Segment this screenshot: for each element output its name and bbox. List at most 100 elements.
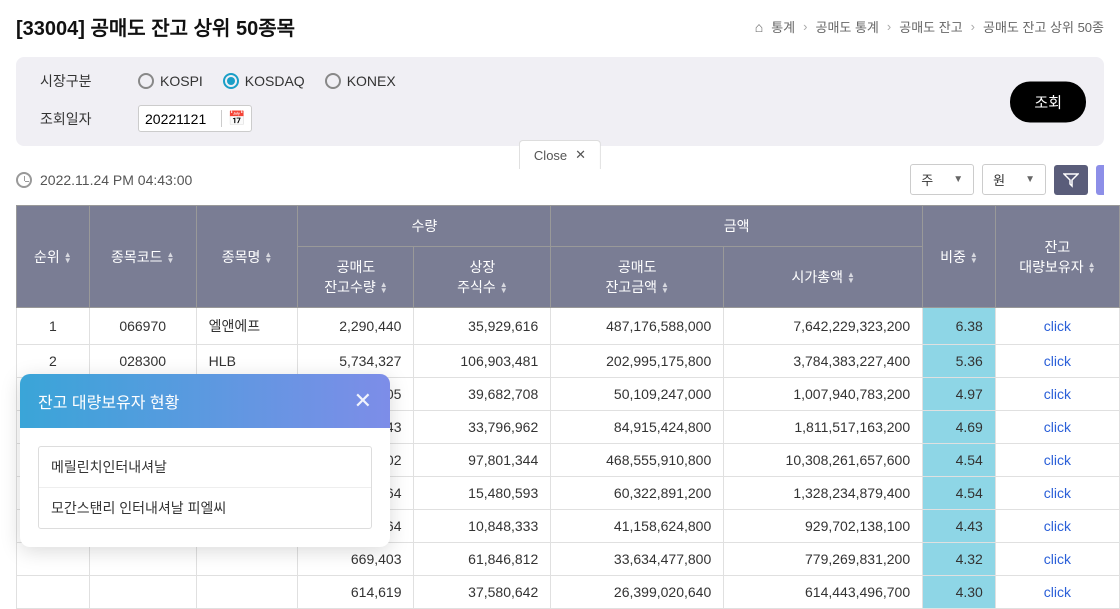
cell-code: 028300 [89, 345, 196, 378]
click-link[interactable]: click [1044, 584, 1071, 600]
cell-click[interactable]: click [995, 378, 1119, 411]
search-button[interactable]: 조회 [1010, 81, 1086, 122]
table-row: 1 066970 엘앤에프 2,290,440 35,929,616 487,1… [17, 308, 1120, 345]
table-row: 669,403 61,846,812 33,634,477,800 779,26… [17, 543, 1120, 576]
cell-listed-qty: 37,580,642 [414, 576, 551, 609]
close-tab[interactable]: Close ✕ [519, 140, 601, 169]
radio-label: KOSDAQ [245, 73, 305, 89]
col-qty-group: 수량 [298, 206, 551, 247]
cell-listed-qty: 15,480,593 [414, 477, 551, 510]
filter-icon-button[interactable] [1054, 165, 1088, 195]
cell-ratio: 4.43 [923, 510, 996, 543]
col-amt-group: 금액 [551, 206, 923, 247]
cell-rank: 1 [17, 308, 90, 345]
click-link[interactable]: click [1044, 419, 1071, 435]
cell-ratio: 4.30 [923, 576, 996, 609]
cell-listed-qty: 61,846,812 [414, 543, 551, 576]
cell-click[interactable]: click [995, 510, 1119, 543]
breadcrumb-item[interactable]: 통계 [771, 17, 795, 36]
timestamp: 2022.11.24 PM 04:43:00 [16, 172, 192, 188]
sort-icon: ▲▼ [661, 282, 669, 294]
date-input-wrap[interactable]: 📅 [138, 105, 252, 132]
col-ratio[interactable]: 비중▲▼ [923, 206, 996, 308]
col-holders[interactable]: 잔고 대량보유자▲▼ [995, 206, 1119, 308]
extra-button[interactable] [1096, 165, 1104, 195]
cell-market-cap: 10,308,261,657,600 [724, 444, 923, 477]
cell-click[interactable]: click [995, 543, 1119, 576]
radio-label: KONEX [347, 73, 396, 89]
sort-icon: ▲▼ [1088, 262, 1096, 274]
popup-holder-item: 모간스탠리 인터내셔날 피엘씨 [39, 488, 371, 528]
home-icon[interactable]: ⌂ [755, 19, 763, 35]
unit-select-2[interactable]: 원 ▼ [982, 164, 1046, 195]
col-name[interactable]: 종목명▲▼ [196, 206, 298, 308]
cell-market-cap: 7,642,229,323,200 [724, 308, 923, 345]
breadcrumb-item[interactable]: 공매도 통계 [815, 17, 878, 36]
click-link[interactable]: click [1044, 551, 1071, 567]
close-icon[interactable]: ✕ [354, 388, 372, 414]
cell-short-qty: 2,290,440 [298, 308, 414, 345]
cell-market-cap: 3,784,383,227,400 [724, 345, 923, 378]
date-input[interactable] [145, 111, 217, 127]
calendar-icon[interactable]: 📅 [221, 110, 245, 127]
cell-short-qty: 614,619 [298, 576, 414, 609]
cell-click[interactable]: click [995, 308, 1119, 345]
cell-short-qty: 5,734,327 [298, 345, 414, 378]
cell-market-cap: 1,811,517,163,200 [724, 411, 923, 444]
cell-rank [17, 543, 90, 576]
cell-click[interactable]: click [995, 576, 1119, 609]
click-link[interactable]: click [1044, 485, 1071, 501]
col-code[interactable]: 종목코드▲▼ [89, 206, 196, 308]
col-rank[interactable]: 순위▲▼ [17, 206, 90, 308]
col-short-amt[interactable]: 공매도 잔고금액▲▼ [551, 247, 724, 308]
table-row: 614,619 37,580,642 26,399,020,640 614,44… [17, 576, 1120, 609]
cell-click[interactable]: click [995, 411, 1119, 444]
click-link[interactable]: click [1044, 452, 1071, 468]
unit-select-1[interactable]: 주 ▼ [910, 164, 974, 195]
col-short-qty[interactable]: 공매도 잔고수량▲▼ [298, 247, 414, 308]
col-listed-qty[interactable]: 상장 주식수▲▼ [414, 247, 551, 308]
click-link[interactable]: click [1044, 518, 1071, 534]
cell-click[interactable]: click [995, 444, 1119, 477]
breadcrumb-sep: › [803, 19, 807, 34]
funnel-icon [1063, 172, 1079, 188]
cell-ratio: 6.38 [923, 308, 996, 345]
sort-icon: ▲▼ [166, 252, 174, 264]
click-link[interactable]: click [1044, 386, 1071, 402]
unit-select-value: 원 [993, 170, 1005, 189]
popup-holder-item: 메릴린치인터내셔날 [39, 447, 371, 488]
cell-name: HLB [196, 345, 298, 378]
popup-title: 잔고 대량보유자 현황 [38, 389, 179, 413]
close-icon[interactable]: ✕ [575, 147, 586, 163]
radio-konex[interactable]: KONEX [325, 73, 396, 89]
cell-short-amt: 84,915,424,800 [551, 411, 724, 444]
close-tab-label: Close [534, 148, 567, 163]
click-link[interactable]: click [1044, 318, 1071, 334]
radio-icon [325, 73, 341, 89]
cell-name [196, 543, 298, 576]
cell-name: 엘앤에프 [196, 308, 298, 345]
cell-click[interactable]: click [995, 477, 1119, 510]
breadcrumb: ⌂ 통계 › 공매도 통계 › 공매도 잔고 › 공매도 잔고 상위 50종 [755, 17, 1104, 36]
filter-panel: 시장구분 KOSPI KOSDAQ KONEX 조회일자 [16, 57, 1104, 146]
sort-icon: ▲▼ [380, 282, 388, 294]
market-label: 시장구분 [40, 71, 120, 91]
radio-kosdaq[interactable]: KOSDAQ [223, 73, 305, 89]
breadcrumb-item[interactable]: 공매도 잔고 [899, 17, 962, 36]
chevron-down-icon: ▼ [1025, 174, 1035, 185]
cell-short-amt: 50,109,247,000 [551, 378, 724, 411]
col-market-cap[interactable]: 시가총액▲▼ [724, 247, 923, 308]
cell-listed-qty: 33,796,962 [414, 411, 551, 444]
click-link[interactable]: click [1044, 353, 1071, 369]
cell-market-cap: 779,269,831,200 [724, 543, 923, 576]
cell-ratio: 4.54 [923, 444, 996, 477]
radio-kospi[interactable]: KOSPI [138, 73, 203, 89]
cell-click[interactable]: click [995, 345, 1119, 378]
radio-icon [138, 73, 154, 89]
table-row: 2 028300 HLB 5,734,327 106,903,481 202,9… [17, 345, 1120, 378]
breadcrumb-item[interactable]: 공매도 잔고 상위 50종 [983, 17, 1104, 36]
timestamp-text: 2022.11.24 PM 04:43:00 [40, 172, 192, 188]
cell-listed-qty: 10,848,333 [414, 510, 551, 543]
breadcrumb-sep: › [887, 19, 891, 34]
unit-select-value: 주 [921, 170, 933, 189]
